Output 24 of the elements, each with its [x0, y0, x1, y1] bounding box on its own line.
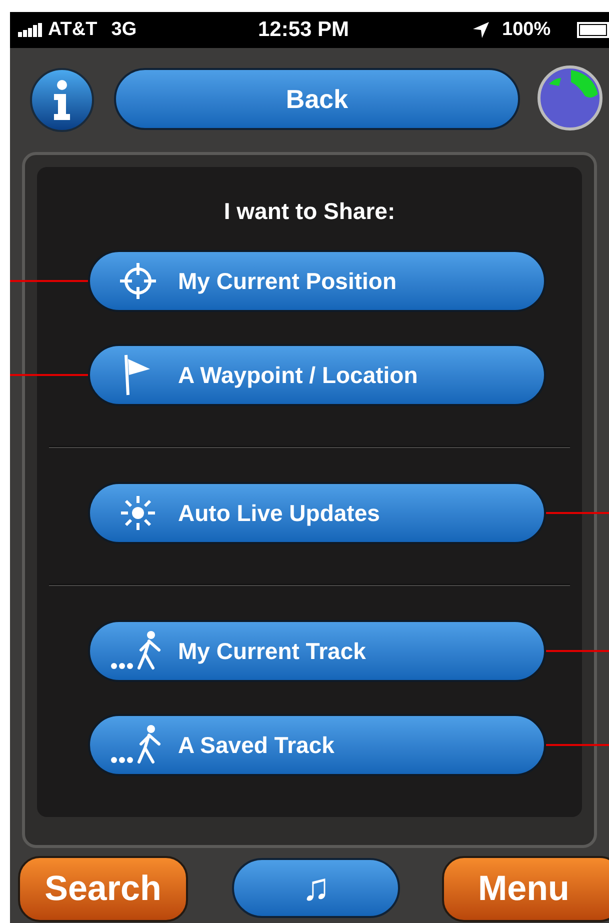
share-option-button[interactable]: My Current Track [88, 620, 546, 682]
carrier-text: AT&T [48, 18, 98, 42]
music-button[interactable]: ♫ [232, 858, 400, 918]
leader-line [546, 512, 609, 514]
info-icon [51, 80, 73, 120]
clock-text: 12:53 PM [258, 17, 350, 44]
share-option-button[interactable]: A Waypoint / Location [88, 344, 546, 406]
panel-heading: I want to Share: [224, 197, 396, 225]
menu-button[interactable]: Menu [442, 856, 609, 922]
share-option-button[interactable]: My Current Position [88, 250, 546, 312]
sun-icon [119, 494, 157, 532]
leader-line [546, 650, 609, 652]
back-button[interactable]: Back [114, 68, 520, 130]
signal-icon [18, 23, 44, 37]
battery-icon [577, 22, 609, 38]
leader-line [546, 744, 609, 746]
battery-percent-text: 100% [502, 18, 551, 42]
search-button[interactable]: Search [18, 856, 188, 922]
location-arrow-icon [472, 21, 490, 39]
share-option-button[interactable]: Auto Live Updates [88, 482, 546, 544]
network-text: 3G [111, 18, 137, 42]
crosshair-icon [118, 261, 158, 301]
share-option-button[interactable]: A Saved Track [88, 714, 546, 776]
globe-icon[interactable] [535, 64, 605, 132]
